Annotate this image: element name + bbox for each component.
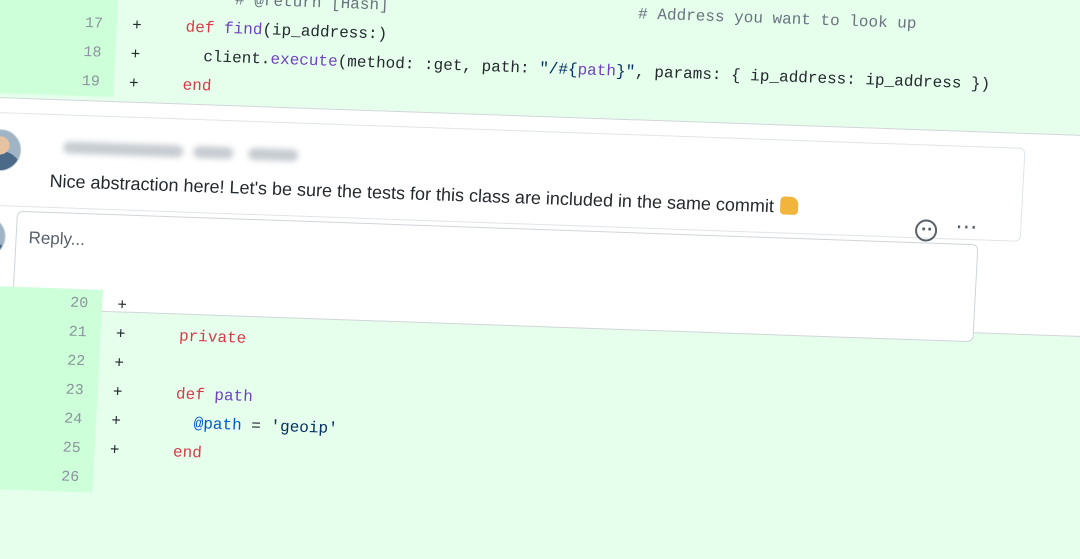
code-content: def find(ip_address:): [156, 17, 387, 43]
diff-sign: +: [131, 16, 143, 35]
diff-sign: +: [115, 324, 126, 344]
smiley-icon[interactable]: [914, 219, 938, 242]
diff-sign: +: [112, 382, 123, 402]
code-token: path: [577, 60, 617, 81]
code-token: (ip_address:): [261, 20, 388, 44]
code-token: end: [172, 442, 203, 462]
comment-meta-redacted: [193, 145, 234, 160]
line-number[interactable]: 26: [0, 458, 94, 493]
comment-text: Nice abstraction here! Let's be sure the…: [49, 170, 775, 217]
code-token: client.: [154, 46, 271, 69]
line-number[interactable]: 20: [0, 284, 103, 319]
code-content: private: [140, 326, 247, 348]
code-token: path: [213, 386, 254, 406]
line-number[interactable]: 17: [0, 4, 118, 40]
code-token: =: [241, 416, 271, 436]
line-number[interactable]: 23: [0, 371, 99, 406]
code-content: def path: [137, 384, 254, 406]
code-token: @path: [193, 414, 243, 435]
code-token: }": [615, 62, 636, 81]
line-number[interactable]: 24: [0, 400, 97, 435]
code-token: def: [175, 384, 215, 405]
line-number[interactable]: 19: [0, 62, 115, 98]
code-token: "/#{: [538, 59, 579, 79]
thumbs-up-emoji-icon: [779, 196, 799, 216]
code-token: # Address you want to look up: [637, 4, 917, 33]
code-token: find: [223, 19, 263, 39]
comment-body: Nice abstraction here! Let's be sure the…: [49, 170, 799, 218]
diff-sign: +: [116, 295, 128, 315]
diff-sign: [93, 478, 133, 479]
diff-view: # @return [Hash] # Address you want to l…: [0, 0, 1080, 559]
reply-placeholder: Reply...: [28, 228, 86, 250]
code-token: 'geoip': [270, 417, 339, 438]
code-token: def: [185, 18, 225, 38]
diff-sign: +: [128, 74, 140, 93]
code-content: @path = 'geoip': [136, 413, 338, 438]
author-badge-redacted: [247, 147, 299, 162]
line-number[interactable]: 22: [0, 342, 100, 377]
code-token: end: [182, 75, 212, 95]
diff-sign: +: [113, 353, 125, 373]
current-user-avatar: [0, 214, 7, 259]
code-content: end: [134, 442, 203, 462]
code-token: (method: :get, path:: [337, 52, 540, 78]
diff-sign: +: [110, 411, 122, 431]
diff-sign: +: [130, 45, 141, 64]
line-number[interactable]: 21: [0, 313, 102, 348]
code-content: end: [153, 75, 212, 95]
code-token: private: [178, 327, 247, 348]
diff-hunk-bottom: 20 +21 + private 22 +23 + def path 24 + @path =…: [0, 284, 1080, 528]
kebab-horizontal-icon[interactable]: ⋯: [955, 214, 980, 240]
author-name-redacted: [63, 141, 184, 158]
diff-sign: +: [109, 440, 120, 459]
line-number[interactable]: 25: [0, 429, 96, 464]
author-avatar[interactable]: [0, 128, 23, 172]
code-token: execute: [270, 50, 339, 71]
line-number[interactable]: 18: [0, 33, 117, 69]
